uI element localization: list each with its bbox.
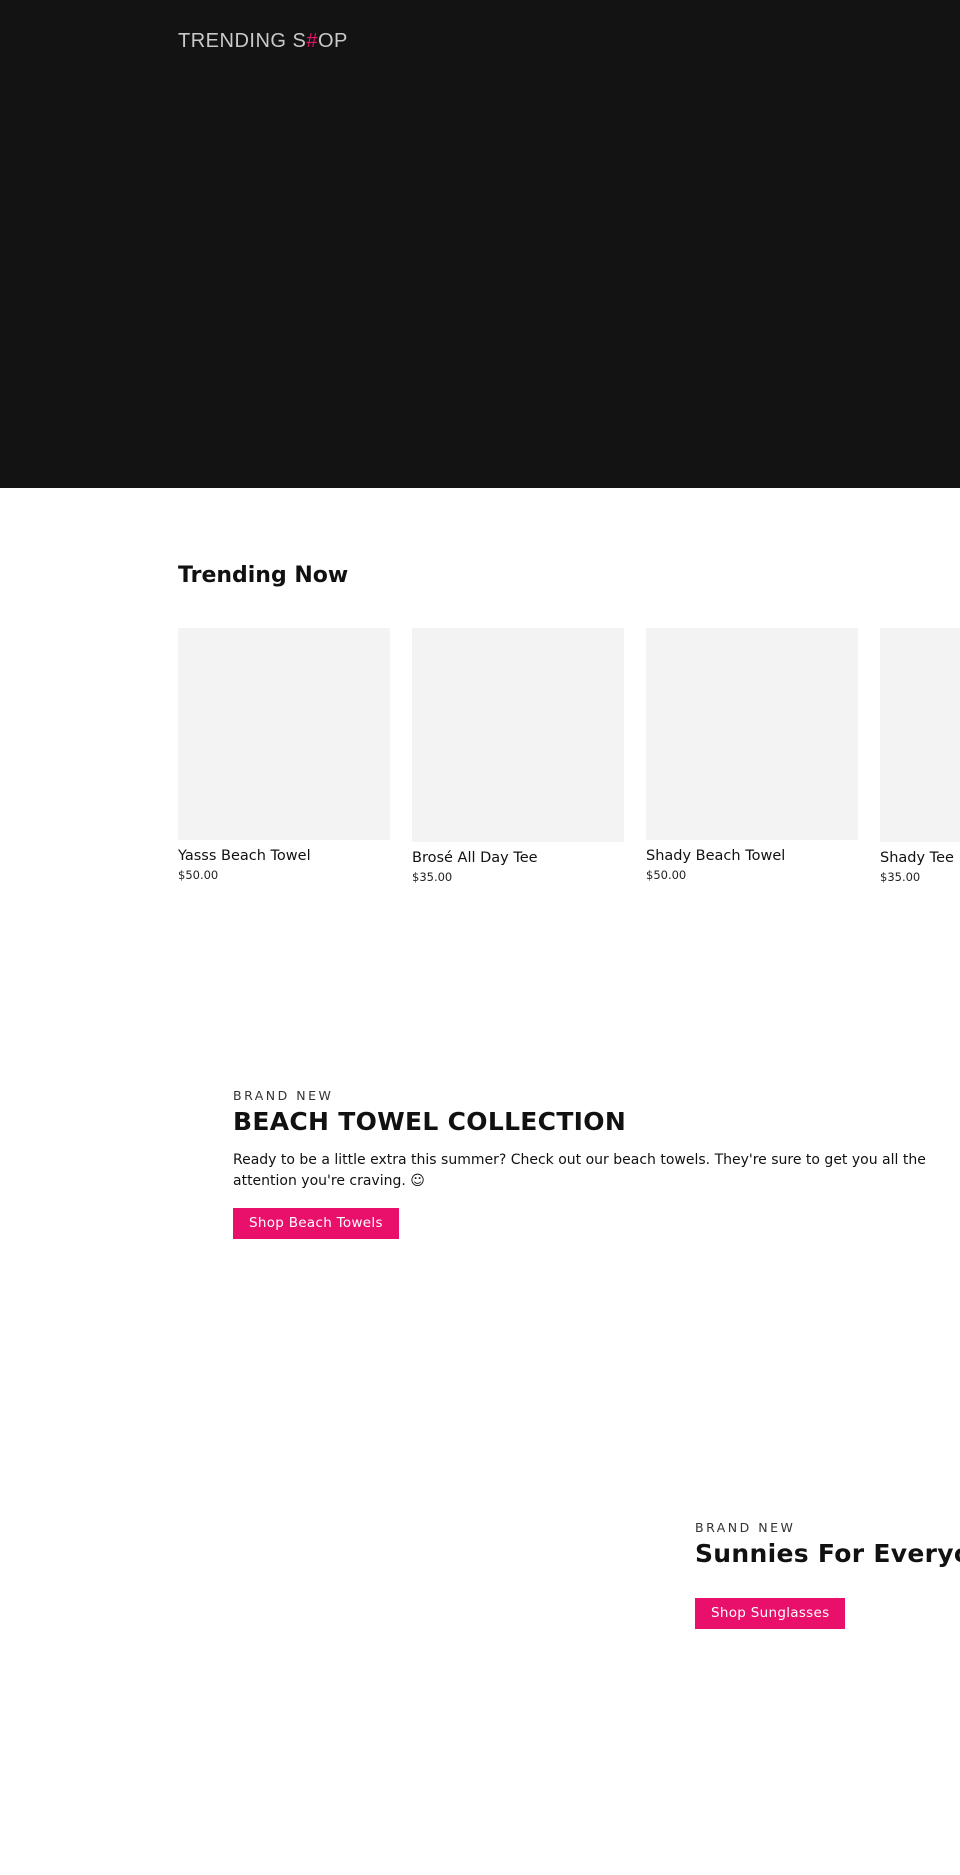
product-image[interactable]: [646, 628, 858, 840]
logo-text-prefix: TRENDING S: [178, 30, 307, 52]
product-card[interactable]: Yasss Beach Towel $50.00: [178, 628, 390, 882]
logo-hash: #: [306, 30, 318, 52]
product-image[interactable]: [412, 628, 624, 842]
feature-eyebrow: BRAND NEW: [695, 1520, 796, 1535]
shop-sunglasses-button[interactable]: Shop Sunglasses: [695, 1598, 846, 1629]
product-carousel: Yasss Beach Towel $50.00 Brosé All Day T…: [178, 628, 960, 898]
logo-text-suffix: OP: [317, 30, 348, 52]
product-name[interactable]: Brosé All Day Tee: [412, 850, 624, 866]
feature-title: BEACH TOWEL COLLECTION: [233, 1107, 627, 1136]
feature-eyebrow: BRAND NEW: [233, 1088, 334, 1103]
product-price: $35.00: [880, 870, 921, 884]
product-price: $50.00: [646, 868, 687, 882]
product-name[interactable]: Shady Beach Towel: [646, 848, 858, 864]
product-price: $35.00: [412, 870, 453, 884]
product-card[interactable]: Shady Tee $35.00: [880, 628, 960, 884]
feature-description: Ready to be a little extra this summer? …: [233, 1152, 926, 1189]
product-image[interactable]: [178, 628, 390, 840]
trending-title: Trending Now: [178, 563, 349, 588]
product-name[interactable]: Shady Tee: [880, 850, 960, 866]
hero-banner: TRENDING S#OP: [0, 0, 960, 488]
product-image[interactable]: [880, 628, 960, 842]
feature-title: Sunnies For Everyo: [695, 1539, 960, 1568]
product-price: $50.00: [178, 868, 219, 882]
feature-sunglasses: BRAND NEW Sunnies For Everyo Shop Sungla…: [695, 1520, 960, 1629]
shop-beach-towels-button[interactable]: Shop Beach Towels: [233, 1208, 399, 1239]
logo[interactable]: TRENDING S#OP: [178, 30, 348, 53]
feature-beach-towels: BRAND NEW BEACH TOWEL COLLECTION Ready t…: [233, 1088, 960, 1239]
product-card[interactable]: Brosé All Day Tee $35.00: [412, 628, 624, 884]
product-name[interactable]: Yasss Beach Towel: [178, 848, 390, 864]
product-card[interactable]: Shady Beach Towel $50.00: [646, 628, 858, 882]
